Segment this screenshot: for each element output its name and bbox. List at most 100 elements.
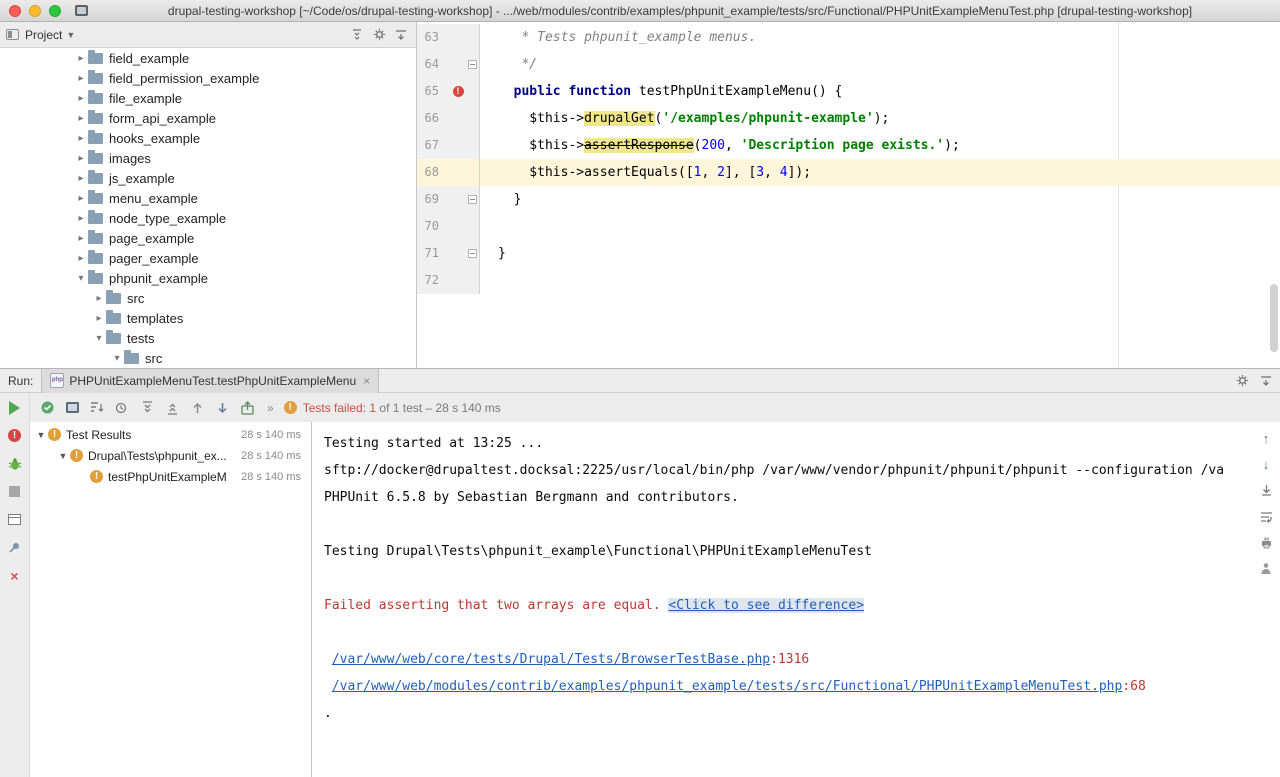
chevron-down-icon[interactable]: ▾ [110, 353, 124, 364]
close-tab-icon[interactable]: × [363, 374, 370, 388]
line-number[interactable]: 63 [417, 24, 439, 51]
line-number[interactable]: 67 [417, 132, 439, 159]
zoom-window-button[interactable] [49, 5, 61, 17]
test-tree-item[interactable]: !testPhpUnitExampleM28 s 140 ms [30, 466, 311, 487]
chevron-down-icon[interactable]: ▼ [34, 430, 48, 440]
project-tree-item-templates[interactable]: ▸templates [0, 308, 416, 328]
project-tree-item-images[interactable]: ▸images [0, 148, 416, 168]
pin-tab-icon[interactable] [6, 539, 23, 556]
console-link[interactable]: <Click to see difference> [668, 598, 864, 613]
clear-console-icon[interactable] [1258, 560, 1274, 576]
toolbar-overflow-icon[interactable]: » [267, 401, 274, 415]
show-console-icon[interactable] [63, 398, 82, 417]
project-tree-item-hooks_example[interactable]: ▸hooks_example [0, 128, 416, 148]
scroll-down-icon[interactable]: ↓ [1258, 456, 1274, 472]
titlebar[interactable]: drupal-testing-workshop [~/Code/os/drupa… [0, 0, 1280, 22]
expand-all-icon[interactable] [138, 398, 157, 417]
line-number[interactable]: 70 [417, 213, 439, 240]
project-tree-item-src[interactable]: ▸src [0, 288, 416, 308]
project-tree-item-form_api_example[interactable]: ▸form_api_example [0, 108, 416, 128]
hide-panel-icon[interactable] [392, 26, 410, 44]
close-run-window-icon[interactable]: × [6, 567, 23, 584]
project-tree-item-tests[interactable]: ▾tests [0, 328, 416, 348]
editor-gutter[interactable]: 64 [417, 51, 480, 78]
code-line[interactable] [480, 213, 1280, 240]
export-test-results-icon[interactable] [238, 398, 257, 417]
sort-by-duration-icon[interactable] [113, 398, 132, 417]
editor-scrollbar[interactable] [1270, 284, 1278, 352]
chevron-down-icon[interactable]: ▼ [66, 30, 75, 40]
show-passed-icon[interactable] [38, 398, 57, 417]
code-line[interactable]: $this->assertEquals([1, 2], [3, 4]); [480, 159, 1280, 186]
collapse-all-icon[interactable] [163, 398, 182, 417]
editor-gutter[interactable]: 65! [417, 78, 480, 105]
code-line[interactable]: public function testPhpUnitExampleMenu()… [480, 78, 1280, 105]
minimize-window-button[interactable] [29, 5, 41, 17]
chevron-right-icon[interactable]: ▸ [74, 53, 88, 64]
chevron-down-icon[interactable]: ▾ [74, 273, 88, 284]
hide-run-panel-icon[interactable] [1256, 371, 1276, 391]
fold-marker-icon[interactable] [468, 195, 477, 204]
test-tree-item[interactable]: ▼!Drupal\Tests\phpunit_ex...28 s 140 ms [30, 445, 311, 466]
chevron-down-icon[interactable]: ▼ [56, 451, 70, 461]
editor-gutter[interactable]: 72 [417, 267, 480, 294]
editor-gutter[interactable]: 71 [417, 240, 480, 267]
chevron-right-icon[interactable]: ▸ [74, 253, 88, 264]
rerun-failed-tests-button[interactable]: ! [6, 427, 23, 444]
failed-test-gutter-icon[interactable]: ! [453, 86, 464, 97]
project-tree-item-node_type_example[interactable]: ▸node_type_example [0, 208, 416, 228]
line-number[interactable]: 64 [417, 51, 439, 78]
chevron-down-icon[interactable]: ▾ [92, 333, 106, 344]
chevron-right-icon[interactable]: ▸ [74, 233, 88, 244]
project-tree-item-pager_example[interactable]: ▸pager_example [0, 248, 416, 268]
code-line[interactable]: } [480, 186, 1280, 213]
settings-gear-icon[interactable] [370, 26, 388, 44]
code-line[interactable]: $this->drupalGet('/examples/phpunit-exam… [480, 105, 1280, 132]
run-settings-gear-icon[interactable] [1232, 371, 1252, 391]
chevron-right-icon[interactable]: ▸ [74, 113, 88, 124]
project-tree-item-field_example[interactable]: ▸field_example [0, 48, 416, 68]
stop-button[interactable] [6, 483, 23, 500]
project-tree-item-phpunit_example[interactable]: ▾phpunit_example [0, 268, 416, 288]
restore-layout-icon[interactable] [6, 511, 23, 528]
editor-gutter[interactable]: 70 [417, 213, 480, 240]
editor-gutter[interactable]: 69 [417, 186, 480, 213]
code-line[interactable]: } [480, 240, 1280, 267]
line-number[interactable]: 68 [417, 159, 439, 186]
project-tree-item-js_example[interactable]: ▸js_example [0, 168, 416, 188]
project-tree-item-file_example[interactable]: ▸file_example [0, 88, 416, 108]
scroll-up-icon[interactable]: ↑ [1258, 430, 1274, 446]
code-line[interactable]: * Tests phpunit_example menus. [480, 24, 1280, 51]
project-tree-item-field_permission_example[interactable]: ▸field_permission_example [0, 68, 416, 88]
print-icon[interactable] [1258, 534, 1274, 550]
code-editor[interactable]: 63 * Tests phpunit_example menus.64 */65… [417, 22, 1280, 368]
code-line[interactable]: */ [480, 51, 1280, 78]
editor-gutter[interactable]: 63 [417, 24, 480, 51]
line-number[interactable]: 72 [417, 267, 439, 294]
chevron-right-icon[interactable]: ▸ [92, 313, 106, 324]
line-number[interactable]: 69 [417, 186, 439, 213]
test-tree-item[interactable]: ▼!Test Results28 s 140 ms [30, 424, 311, 445]
project-panel-header[interactable]: Project ▼ [0, 22, 416, 48]
sort-alphabetically-icon[interactable] [88, 398, 107, 417]
project-tree-item-menu_example[interactable]: ▸menu_example [0, 188, 416, 208]
code-line[interactable] [480, 267, 1280, 294]
fold-marker-icon[interactable] [468, 60, 477, 69]
code-line[interactable]: $this->assertResponse(200, 'Description … [480, 132, 1280, 159]
rerun-button[interactable] [6, 399, 23, 416]
chevron-right-icon[interactable]: ▸ [74, 153, 88, 164]
editor-gutter[interactable]: 68 [417, 159, 480, 186]
fold-marker-icon[interactable] [468, 249, 477, 258]
scroll-to-end-icon[interactable] [1258, 482, 1274, 498]
chevron-right-icon[interactable]: ▸ [74, 173, 88, 184]
chevron-right-icon[interactable]: ▸ [74, 193, 88, 204]
run-tab[interactable]: php PHPUnitExampleMenuTest.testPhpUnitEx… [41, 369, 379, 393]
project-tree-item-src[interactable]: ▾src [0, 348, 416, 368]
line-number[interactable]: 71 [417, 240, 439, 267]
line-number[interactable]: 65 [417, 78, 439, 105]
chevron-right-icon[interactable]: ▸ [74, 93, 88, 104]
console-link[interactable]: /var/www/web/modules/contrib/examples/ph… [332, 679, 1123, 694]
editor-gutter[interactable]: 67 [417, 132, 480, 159]
editor-gutter[interactable]: 66 [417, 105, 480, 132]
soft-wrap-icon[interactable] [1258, 508, 1274, 524]
